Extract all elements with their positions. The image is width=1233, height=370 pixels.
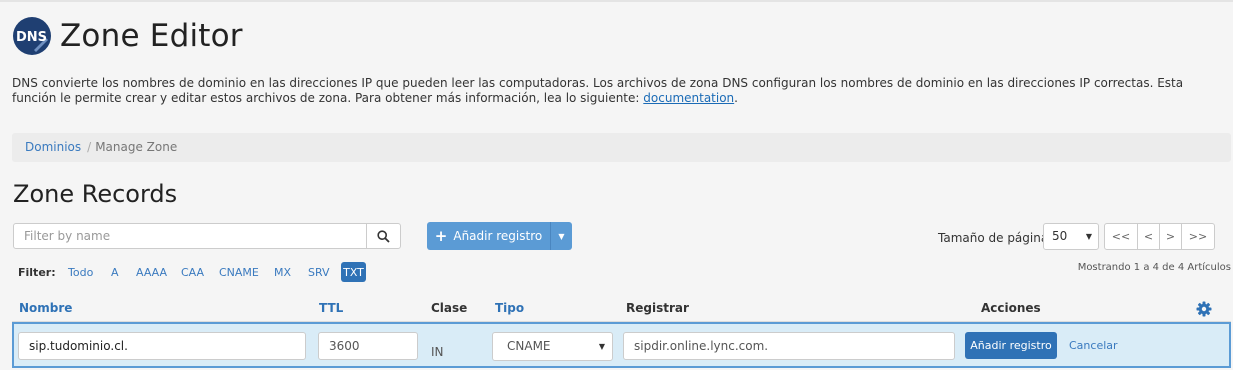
header-actions: Acciones [981, 301, 1041, 315]
filter-label: Filter: [18, 266, 56, 279]
search-input[interactable]: Filter by name [13, 223, 367, 249]
pagination: << < > >> [1104, 223, 1215, 250]
cancel-link[interactable]: Cancelar [1069, 339, 1118, 352]
header-record: Registrar [626, 301, 689, 315]
header-name[interactable]: Nombre [19, 301, 72, 315]
filter-txt-active[interactable]: TXT [341, 262, 366, 282]
type-select[interactable]: CNAME ▼ [492, 332, 613, 361]
plus-icon: + [434, 227, 448, 245]
dns-icon: DNS [13, 17, 51, 55]
add-record-dropdown-toggle[interactable]: ▼ [550, 222, 572, 250]
add-record-label: Añadir registro [453, 229, 543, 243]
caret-down-icon: ▼ [1085, 232, 1092, 241]
section-title: Zone Records [13, 180, 178, 208]
page-header: DNS Zone Editor [12, 16, 243, 56]
breadcrumb-dominios-link[interactable]: Dominios [25, 140, 81, 154]
caret-down-icon: ▼ [558, 231, 565, 241]
filter-a[interactable]: A [111, 266, 119, 279]
header-ttl[interactable]: TTL [319, 301, 343, 315]
filter-srv[interactable]: SRV [308, 266, 330, 279]
showing-count: Mostrando 1 a 4 de 4 Artículos [1077, 262, 1231, 273]
caret-down-icon: ▼ [598, 342, 605, 351]
search-button[interactable] [366, 223, 401, 249]
filter-aaaa[interactable]: AAAA [136, 266, 167, 279]
breadcrumb-current: Manage Zone [95, 140, 178, 154]
breadcrumb: Dominios / Manage Zone [12, 133, 1231, 162]
prev-page-button[interactable]: < [1137, 223, 1160, 250]
ttl-input[interactable]: 3600 [318, 332, 418, 360]
dns-logo-text: DNS [16, 30, 47, 45]
first-page-button[interactable]: << [1104, 223, 1138, 250]
next-page-button[interactable]: > [1159, 223, 1182, 250]
page-size-label: Tamaño de página [938, 231, 1049, 245]
description-text: DNS convierte los nombres de dominio en … [12, 76, 1184, 105]
search-icon [377, 229, 390, 243]
table-header: Nombre TTL Clase Tipo Registrar Acciones [12, 297, 1231, 323]
record-name-input[interactable]: sip.tudominio.cl. [18, 332, 306, 360]
filter-todo[interactable]: Todo [68, 266, 93, 279]
filter-mx[interactable]: MX [274, 266, 291, 279]
page-description: DNS convierte los nombres de dominio en … [12, 76, 1222, 106]
last-page-button[interactable]: >> [1181, 223, 1215, 250]
filter-caa[interactable]: CAA [181, 266, 204, 279]
filter-cname[interactable]: CNAME [219, 266, 259, 279]
page-title: Zone Editor [60, 18, 243, 54]
gear-icon[interactable] [1196, 301, 1212, 317]
type-select-value: CNAME [507, 339, 551, 353]
header-type[interactable]: Tipo [495, 301, 524, 315]
class-value: IN [431, 345, 444, 359]
description-end: . [734, 91, 738, 105]
save-record-button[interactable]: Añadir registro [965, 332, 1057, 359]
header-class: Clase [431, 301, 468, 315]
documentation-link[interactable]: documentation [643, 91, 734, 105]
breadcrumb-separator: / [87, 140, 92, 154]
add-record-button[interactable]: + Añadir registro [427, 222, 550, 250]
record-value-input[interactable]: sipdir.online.lync.com. [623, 332, 955, 360]
page-size-select[interactable]: 50 ▼ [1043, 223, 1099, 250]
page-size-value: 50 [1052, 229, 1068, 243]
top-border [0, 0, 1233, 2]
